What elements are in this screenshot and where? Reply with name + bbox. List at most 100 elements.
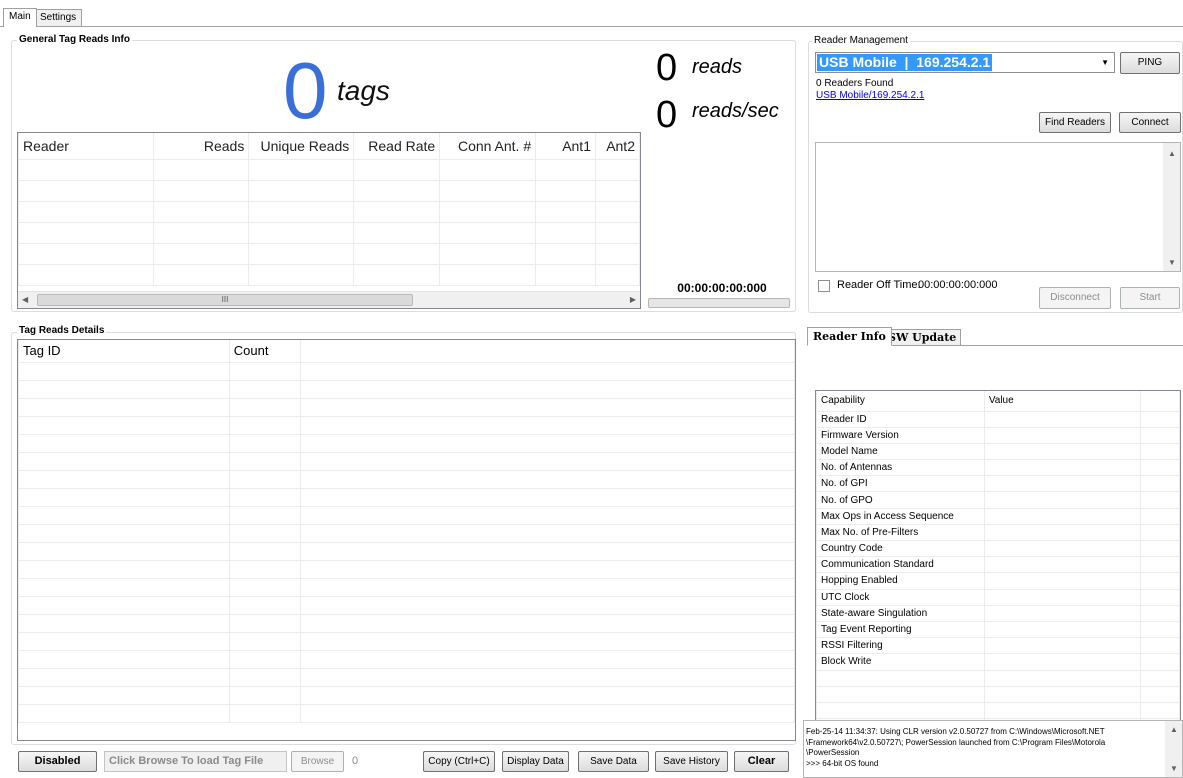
capability-name: Tag Event Reporting bbox=[816, 620, 985, 639]
table-row bbox=[18, 433, 795, 453]
save-history-button[interactable]: Save History bbox=[655, 751, 728, 772]
reader-grid-hscrollbar[interactable]: ◀ III ▶ bbox=[18, 291, 640, 308]
reader-status-textbox[interactable]: ▲ ▼ bbox=[815, 142, 1181, 272]
table-row bbox=[18, 158, 640, 181]
capability-name: RSSI Filtering bbox=[816, 637, 985, 655]
status-vscrollbar[interactable]: ▲ ▼ bbox=[1163, 143, 1180, 271]
table-row bbox=[816, 701, 1180, 720]
browse-button[interactable]: Browse bbox=[291, 751, 344, 772]
display-data-button[interactable]: Display Data bbox=[502, 751, 569, 772]
table-row: UTC Clock bbox=[816, 588, 1180, 606]
col-ant1[interactable]: Ant1 bbox=[535, 133, 596, 160]
file-count: 0 bbox=[352, 755, 359, 767]
table-row bbox=[18, 595, 795, 615]
capability-name: Country Code bbox=[816, 539, 985, 558]
table-row: Hopping Enabled bbox=[816, 572, 1180, 590]
table-row bbox=[18, 559, 795, 579]
col-read-rate[interactable]: Read Rate bbox=[353, 133, 441, 160]
copy-button[interactable]: Copy (Ctrl+C) bbox=[423, 751, 495, 772]
col-ant2[interactable]: Ant2 bbox=[595, 133, 640, 160]
scroll-up-icon[interactable]: ▲ bbox=[1170, 725, 1178, 736]
table-row: No. of GPI bbox=[816, 475, 1180, 493]
col-reads[interactable]: Reads bbox=[152, 133, 250, 160]
tab-divider bbox=[0, 26, 1183, 27]
tab-sw-update[interactable]: SW Update bbox=[883, 329, 962, 346]
capabilities-grid[interactable]: Capability Value Reader ID Firmware Versi… bbox=[815, 390, 1181, 738]
scroll-thumb[interactable]: III bbox=[37, 294, 413, 306]
table-row bbox=[18, 221, 640, 244]
tag-details-title: Tag Reads Details bbox=[17, 325, 107, 336]
table-row: Communication Standard bbox=[816, 556, 1180, 574]
general-group-title: General Tag Reads Info bbox=[17, 34, 132, 45]
scroll-down-icon[interactable]: ▼ bbox=[1170, 764, 1178, 775]
reads-per-sec-label: reads/sec bbox=[692, 100, 779, 122]
capability-name: Communication Standard bbox=[816, 556, 985, 574]
col-reader[interactable]: Reader bbox=[18, 133, 154, 160]
log-line: \Framework64\v2.0.50727\; PowerSession l… bbox=[806, 737, 1106, 747]
tab-settings[interactable]: Settings bbox=[34, 9, 83, 26]
disabled-toggle-button[interactable]: Disabled bbox=[18, 751, 97, 772]
scroll-right-icon[interactable]: ▶ bbox=[630, 295, 636, 304]
tab-reader-info[interactable]: Reader Info bbox=[807, 327, 892, 346]
table-row bbox=[18, 487, 795, 507]
reader-off-time-value: 00:00:00:00:000 bbox=[918, 279, 998, 291]
reader-link[interactable]: USB Mobile/169.254.2.1 bbox=[816, 90, 924, 101]
tag-file-path-input[interactable]: Click Browse To load Tag File bbox=[104, 751, 287, 772]
col-unique-reads[interactable]: Unique Reads bbox=[248, 133, 355, 160]
disconnect-button[interactable]: Disconnect bbox=[1039, 287, 1111, 309]
tab-main[interactable]: Main bbox=[3, 8, 37, 27]
table-row bbox=[18, 649, 795, 669]
capability-name: Model Name bbox=[816, 442, 985, 461]
col-tag-id[interactable]: Tag ID bbox=[18, 340, 230, 363]
table-row bbox=[816, 669, 1180, 687]
col-count[interactable]: Count bbox=[228, 340, 301, 363]
table-row bbox=[18, 469, 795, 489]
capability-name: No. of Antennas bbox=[816, 459, 985, 477]
table-row bbox=[18, 242, 640, 265]
log-textbox[interactable]: Feb-25-14 11:34:37: Using CLR version v2… bbox=[803, 720, 1183, 778]
capability-name: State-aware Singulation bbox=[816, 604, 985, 622]
col-capability[interactable]: Capability bbox=[816, 391, 985, 412]
scroll-up-icon[interactable]: ▲ bbox=[1168, 149, 1176, 158]
reads-count: 0 bbox=[656, 47, 678, 89]
table-row: Max Ops in Access Sequence bbox=[816, 507, 1180, 525]
table-row: Block Write bbox=[816, 653, 1180, 671]
ping-button[interactable]: PING bbox=[1120, 52, 1180, 74]
log-vscrollbar[interactable]: ▲ ▼ bbox=[1165, 721, 1182, 777]
reads-per-sec-count: 0 bbox=[656, 94, 678, 136]
log-line: \PowerSession bbox=[806, 748, 860, 757]
table-row bbox=[18, 631, 795, 651]
reader-off-time-checkbox[interactable] bbox=[818, 280, 830, 292]
table-row bbox=[18, 200, 640, 223]
table-row: Model Name bbox=[816, 442, 1180, 461]
col-value[interactable]: Value bbox=[983, 391, 1142, 412]
scroll-down-icon[interactable]: ▼ bbox=[1168, 258, 1176, 267]
save-data-button[interactable]: Save Data bbox=[578, 751, 649, 772]
table-row bbox=[18, 397, 795, 417]
table-row bbox=[18, 667, 795, 687]
reads-label: reads bbox=[692, 56, 743, 78]
tag-details-grid[interactable]: Tag ID Count bbox=[17, 339, 796, 741]
table-row bbox=[18, 577, 795, 597]
col-conn-ant[interactable]: Conn Ant. # bbox=[439, 133, 537, 160]
tags-count: 0 bbox=[283, 46, 328, 135]
table-row: No. of Antennas bbox=[816, 459, 1180, 477]
table-row bbox=[18, 685, 795, 705]
reader-select[interactable]: USB Mobile | 169.254.2.1 ▼ bbox=[815, 52, 1115, 73]
readers-found-text: 0 Readers Found bbox=[816, 78, 894, 89]
reader-stats-grid[interactable]: Reader Reads Unique Reads Read Rate Conn… bbox=[17, 132, 641, 309]
table-row: Country Code bbox=[816, 539, 1180, 558]
scroll-left-icon[interactable]: ◀ bbox=[22, 295, 28, 304]
capability-name: UTC Clock bbox=[816, 588, 985, 606]
capability-name: No. of GPO bbox=[816, 491, 985, 509]
table-row: Reader ID bbox=[816, 410, 1180, 428]
log-line: Feb-25-14 11:34:37: Using CLR version v2… bbox=[806, 727, 1105, 736]
start-button[interactable]: Start bbox=[1120, 287, 1180, 309]
chevron-down-icon[interactable]: ▼ bbox=[1101, 58, 1109, 67]
read-rate-gauge-icon bbox=[648, 137, 718, 272]
capability-name: Block Write bbox=[816, 653, 985, 671]
clear-button[interactable]: Clear bbox=[734, 751, 789, 772]
connect-button[interactable]: Connect bbox=[1119, 112, 1181, 133]
reader-select-value: USB Mobile | 169.254.2.1 bbox=[817, 54, 993, 71]
find-readers-button[interactable]: Find Readers bbox=[1039, 112, 1111, 133]
